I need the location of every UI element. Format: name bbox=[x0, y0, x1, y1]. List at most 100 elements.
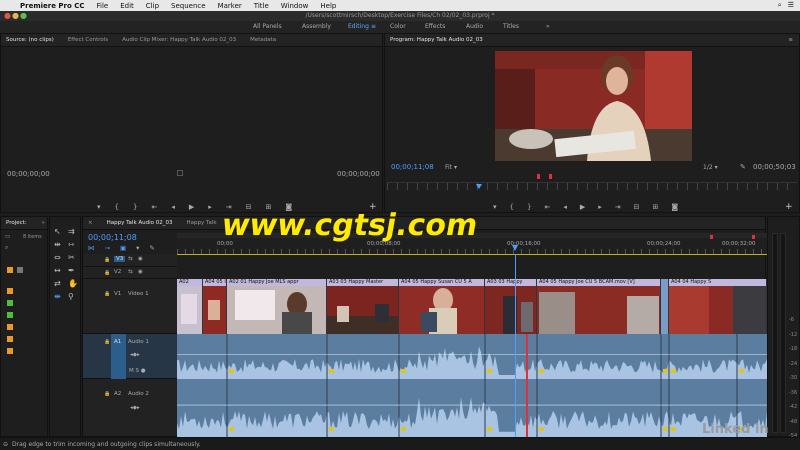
step-back-icon[interactable]: ◂ bbox=[563, 203, 580, 211]
list-item[interactable] bbox=[7, 279, 45, 294]
mark-out-icon[interactable]: } bbox=[133, 203, 151, 211]
ripple-edit-tool-icon[interactable]: ⇹ bbox=[54, 240, 66, 249]
go-to-in-icon[interactable]: ⇤ bbox=[151, 203, 171, 211]
resolution-dropdown[interactable]: 1/2 ▾ bbox=[703, 164, 718, 171]
slide-tool-icon[interactable]: ⇄ bbox=[54, 279, 66, 288]
search-icon[interactable]: ⌕ bbox=[778, 1, 782, 10]
add-button-icon[interactable]: + bbox=[785, 202, 793, 212]
workspace-effects[interactable]: Effects bbox=[425, 23, 445, 30]
program-mini-ruler[interactable] bbox=[387, 182, 797, 190]
close-tab-icon[interactable]: × bbox=[88, 220, 93, 226]
lock-icon[interactable]: 🔒 bbox=[104, 391, 110, 397]
linked-selection-icon[interactable]: ⊸ bbox=[105, 244, 110, 252]
wrench-icon[interactable]: ✎ bbox=[149, 244, 154, 252]
video-clip[interactable]: A03 03 Happy bbox=[485, 279, 537, 334]
track-target-a1[interactable]: A1 bbox=[114, 339, 121, 345]
search-icon[interactable]: ⌕ bbox=[5, 244, 8, 252]
app-name[interactable]: Premiere Pro CC bbox=[14, 2, 91, 10]
lock-icon[interactable]: 🔒 bbox=[104, 257, 110, 263]
program-timecode[interactable]: 00;00;11;08 bbox=[391, 163, 434, 171]
lift-icon[interactable]: ⊟ bbox=[634, 203, 653, 211]
workspace-color[interactable]: Color bbox=[390, 23, 406, 30]
tab-effect-controls[interactable]: Effect Controls bbox=[68, 37, 108, 43]
menu-help[interactable]: Help bbox=[314, 2, 342, 10]
video-clip[interactable]: A03 03 Happy Master bbox=[327, 279, 399, 334]
workspace-assembly[interactable]: Assembly bbox=[302, 23, 331, 30]
mark-out-icon[interactable]: } bbox=[527, 203, 544, 211]
menu-file[interactable]: File bbox=[91, 2, 115, 10]
track-select-tool-icon[interactable]: ⇉ bbox=[68, 227, 80, 236]
mark-in-icon[interactable]: { bbox=[510, 203, 527, 211]
list-item[interactable] bbox=[7, 267, 45, 274]
zoom-tool-icon[interactable]: ⚲ bbox=[68, 292, 80, 301]
marker-red-1[interactable] bbox=[537, 174, 540, 179]
tab-project[interactable]: Project: bbox=[6, 220, 27, 226]
marker-icon[interactable]: ▾ bbox=[136, 244, 139, 252]
lock-icon[interactable]: 🔒 bbox=[104, 270, 110, 276]
mark-in-icon[interactable]: { bbox=[115, 203, 133, 211]
track-target-v1[interactable]: V1 bbox=[114, 291, 121, 297]
work-area-bar[interactable] bbox=[177, 254, 767, 255]
trim-edit-point[interactable] bbox=[526, 334, 528, 437]
go-to-in-icon[interactable]: ⇤ bbox=[544, 203, 563, 211]
hand-tool-icon[interactable]: ✋ bbox=[68, 279, 80, 288]
wrench-icon[interactable]: ✎ bbox=[740, 163, 746, 171]
audio-track-a1[interactable] bbox=[177, 334, 767, 379]
sync-lock-icon[interactable]: ⇆ bbox=[128, 269, 133, 275]
marker-red-2[interactable] bbox=[549, 174, 552, 179]
marker-red-1[interactable] bbox=[710, 235, 713, 239]
step-back-icon[interactable]: ◂ bbox=[171, 203, 189, 211]
timeline-playhead-head[interactable] bbox=[512, 245, 518, 251]
video-clip[interactable]: A04 04 Happy S bbox=[669, 279, 767, 334]
close-window-icon[interactable]: ● bbox=[4, 11, 11, 21]
program-playhead[interactable] bbox=[476, 184, 482, 189]
video-clip[interactable]: A04 05 Happy Susan CU 5 A bbox=[399, 279, 485, 334]
track-target-v3[interactable]: V3 bbox=[114, 256, 126, 262]
workspace-editing[interactable]: Editing bbox=[348, 23, 369, 30]
tab-audio-clip-mixer[interactable]: Audio Clip Mixer: Happy Talk Audio 02_03 bbox=[122, 37, 236, 43]
video-clip[interactable]: A04 05 Happy Joe CU 5 BCAM.mov [V] bbox=[537, 279, 661, 334]
workspace-titles[interactable]: Titles bbox=[503, 23, 519, 30]
timeline-playhead-line[interactable] bbox=[515, 254, 516, 437]
play-icon[interactable]: ▶ bbox=[580, 203, 598, 211]
list-item[interactable] bbox=[7, 327, 45, 342]
extract-icon[interactable]: ⊞ bbox=[653, 203, 672, 211]
project-more[interactable]: » bbox=[42, 220, 47, 226]
video-clip[interactable]: A02 01 Happy Joe MLS appr bbox=[227, 279, 327, 334]
sync-lock-icon[interactable]: ⇆ bbox=[128, 256, 133, 262]
razor-tool-icon[interactable]: ✂ bbox=[68, 253, 80, 262]
track-target-v2[interactable]: V2 bbox=[114, 269, 121, 275]
video-clip-gap[interactable] bbox=[661, 279, 669, 334]
workspace-more[interactable]: » bbox=[546, 23, 550, 30]
menu-title[interactable]: Title bbox=[248, 2, 275, 10]
mute-solo-icon[interactable]: M S ● bbox=[129, 368, 146, 374]
panel-menu-icon[interactable]: ≡ bbox=[788, 37, 799, 43]
video-clip[interactable]: A04 05 I bbox=[203, 279, 227, 334]
keyframe-nav-icon[interactable]: ◂◆▸ bbox=[130, 352, 140, 358]
add-marker-icon[interactable]: ▣ bbox=[120, 244, 126, 252]
track-target-a2[interactable]: A2 bbox=[114, 391, 121, 397]
list-item[interactable] bbox=[7, 291, 45, 306]
tab-source[interactable]: Source: (no clips) bbox=[6, 37, 54, 43]
go-to-out-icon[interactable]: ⇥ bbox=[615, 203, 634, 211]
workspace-all-panels[interactable]: All Panels bbox=[253, 23, 282, 30]
rate-stretch-tool-icon[interactable]: ⇔ bbox=[54, 253, 66, 262]
fit-dropdown[interactable]: Fit ▾ bbox=[445, 164, 457, 171]
step-forward-icon[interactable]: ▸ bbox=[208, 203, 226, 211]
keyframe-nav-icon[interactable]: ◂◆▸ bbox=[130, 405, 140, 411]
selection-tool-icon[interactable]: ↖ bbox=[54, 227, 66, 236]
pen-tool-icon[interactable]: ✒ bbox=[68, 266, 80, 275]
play-icon[interactable]: ▶ bbox=[189, 203, 208, 211]
menu-edit[interactable]: Edit bbox=[114, 2, 140, 10]
menu-clip[interactable]: Clip bbox=[140, 2, 165, 10]
export-frame-icon[interactable]: ◙ bbox=[671, 203, 691, 211]
minimize-window-icon[interactable]: ● bbox=[12, 11, 19, 21]
marker-icon[interactable]: ▾ bbox=[97, 203, 115, 211]
marker-icon[interactable]: ▾ bbox=[493, 203, 510, 211]
eye-icon[interactable]: ◉ bbox=[138, 256, 143, 262]
eye-icon[interactable]: ◉ bbox=[138, 269, 143, 275]
list-icon[interactable]: ☰ bbox=[788, 1, 794, 10]
video-clip[interactable]: A02 bbox=[177, 279, 203, 334]
workspace-audio[interactable]: Audio bbox=[466, 23, 483, 30]
tab-sequence-1[interactable]: Happy Talk Audio 02_03 bbox=[107, 220, 173, 226]
